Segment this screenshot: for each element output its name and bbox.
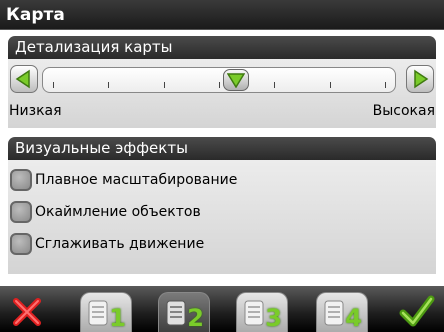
- slider-tick: [219, 82, 220, 88]
- ok-button[interactable]: [394, 292, 440, 332]
- map-detail-section: Детализация карты Низкая Высокая: [8, 36, 436, 128]
- green-check-icon: [399, 295, 435, 327]
- visual-effects-body: Плавное масштабирование Окаймление объек…: [8, 160, 436, 274]
- profile-3-button[interactable]: 3: [236, 292, 288, 332]
- slider-tick: [53, 82, 54, 88]
- slider-tick: [163, 82, 165, 88]
- settings-panel: Детализация карты Низкая Высокая Визуаль…: [0, 30, 444, 286]
- slider-tick: [108, 82, 110, 88]
- slider-tick: [274, 82, 276, 88]
- object-outline-checkbox[interactable]: [10, 201, 32, 223]
- detail-slider-thumb[interactable]: [222, 69, 249, 91]
- smooth-motion-label: Сглаживать движение: [35, 236, 205, 252]
- arrow-down-icon: [226, 73, 245, 88]
- slider-tick: [385, 82, 386, 88]
- profile-3-number: 3: [265, 303, 282, 332]
- slider-tick: [329, 82, 331, 88]
- visual-effects-header: Визуальные эффекты: [8, 137, 436, 160]
- profile-1-button[interactable]: 1: [80, 292, 132, 332]
- smooth-zoom-checkbox[interactable]: [10, 169, 32, 191]
- bottom-toolbar: 1 2 3 4: [0, 286, 444, 332]
- increase-detail-button[interactable]: [406, 65, 434, 93]
- detail-slider[interactable]: [42, 67, 396, 93]
- smooth-motion-option[interactable]: Сглаживать движение: [8, 228, 436, 260]
- decrease-detail-button[interactable]: [10, 65, 38, 93]
- arrow-left-icon: [15, 69, 30, 89]
- smooth-motion-checkbox[interactable]: [10, 233, 32, 255]
- detail-high-label: Высокая: [372, 103, 435, 119]
- profile-2-number: 2: [187, 303, 204, 332]
- detail-low-label: Низкая: [9, 103, 62, 119]
- smooth-zoom-option[interactable]: Плавное масштабирование: [8, 164, 436, 196]
- map-detail-body: Низкая Высокая: [8, 59, 436, 128]
- visual-effects-section: Визуальные эффекты Плавное масштабирован…: [8, 137, 436, 274]
- profile-4-button[interactable]: 4: [316, 292, 368, 332]
- arrow-right-icon: [414, 69, 429, 89]
- red-x-icon: [13, 298, 41, 326]
- profile-4-number: 4: [345, 303, 362, 332]
- object-outline-option[interactable]: Окаймление объектов: [8, 196, 436, 228]
- window-title: Карта: [0, 0, 444, 30]
- smooth-zoom-label: Плавное масштабирование: [35, 172, 238, 188]
- profile-1-number: 1: [109, 303, 126, 332]
- object-outline-label: Окаймление объектов: [35, 204, 201, 220]
- profile-2-button[interactable]: 2: [158, 292, 210, 332]
- cancel-button[interactable]: [4, 292, 50, 332]
- map-detail-header: Детализация карты: [8, 36, 436, 59]
